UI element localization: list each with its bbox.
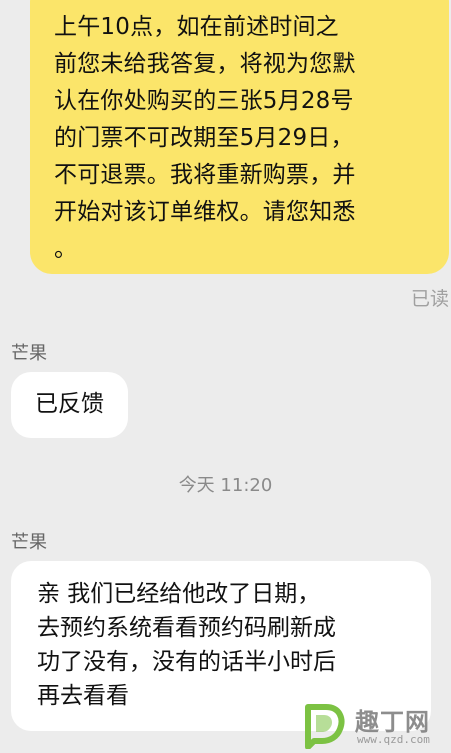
message-line: 已反馈: [35, 391, 104, 417]
message-line: 上午10点，如在前述时间之: [54, 14, 339, 40]
message-line: 开始对该订单维权。请您知悉: [54, 199, 356, 225]
site-watermark: 趣丁网 www.qzd.com: [300, 701, 451, 753]
message-line: 功了没有，没有的话半小时后: [37, 649, 336, 675]
sender-name: 芒果: [11, 532, 47, 553]
message-line: 前您未给我答复，将视为您默: [54, 51, 356, 77]
message-line: 。: [54, 236, 78, 262]
message-line: 的门票不可改期至5月29日，: [54, 125, 354, 151]
time-divider: 今天 11:20: [178, 475, 273, 496]
read-status: 已读: [410, 288, 449, 310]
incoming-message-bubble[interactable]: 已反馈: [11, 372, 128, 438]
message-line: 去预约系统看看预约码刷新成: [37, 615, 336, 641]
message-line: 认在你处购买的三张5月28号: [54, 88, 354, 114]
watermark-url: www.qzd.com: [357, 733, 430, 746]
sender-name: 芒果: [11, 343, 47, 364]
watermark-title: 趣丁网: [355, 708, 430, 736]
outgoing-message-bubble[interactable]: 上午10点，如在前述时间之 前您未给我答复，将视为您默 认在你处购买的三张5月2…: [30, 0, 449, 274]
message-line: 亲 我们已经给他改了日期，: [37, 581, 321, 607]
chat-view: 上午10点，如在前述时间之 前您未给我答复，将视为您默 认在你处购买的三张5月2…: [0, 0, 451, 753]
message-line: 不可退票。我将重新购票，并: [54, 162, 356, 188]
watermark-logo-icon: [305, 704, 345, 749]
